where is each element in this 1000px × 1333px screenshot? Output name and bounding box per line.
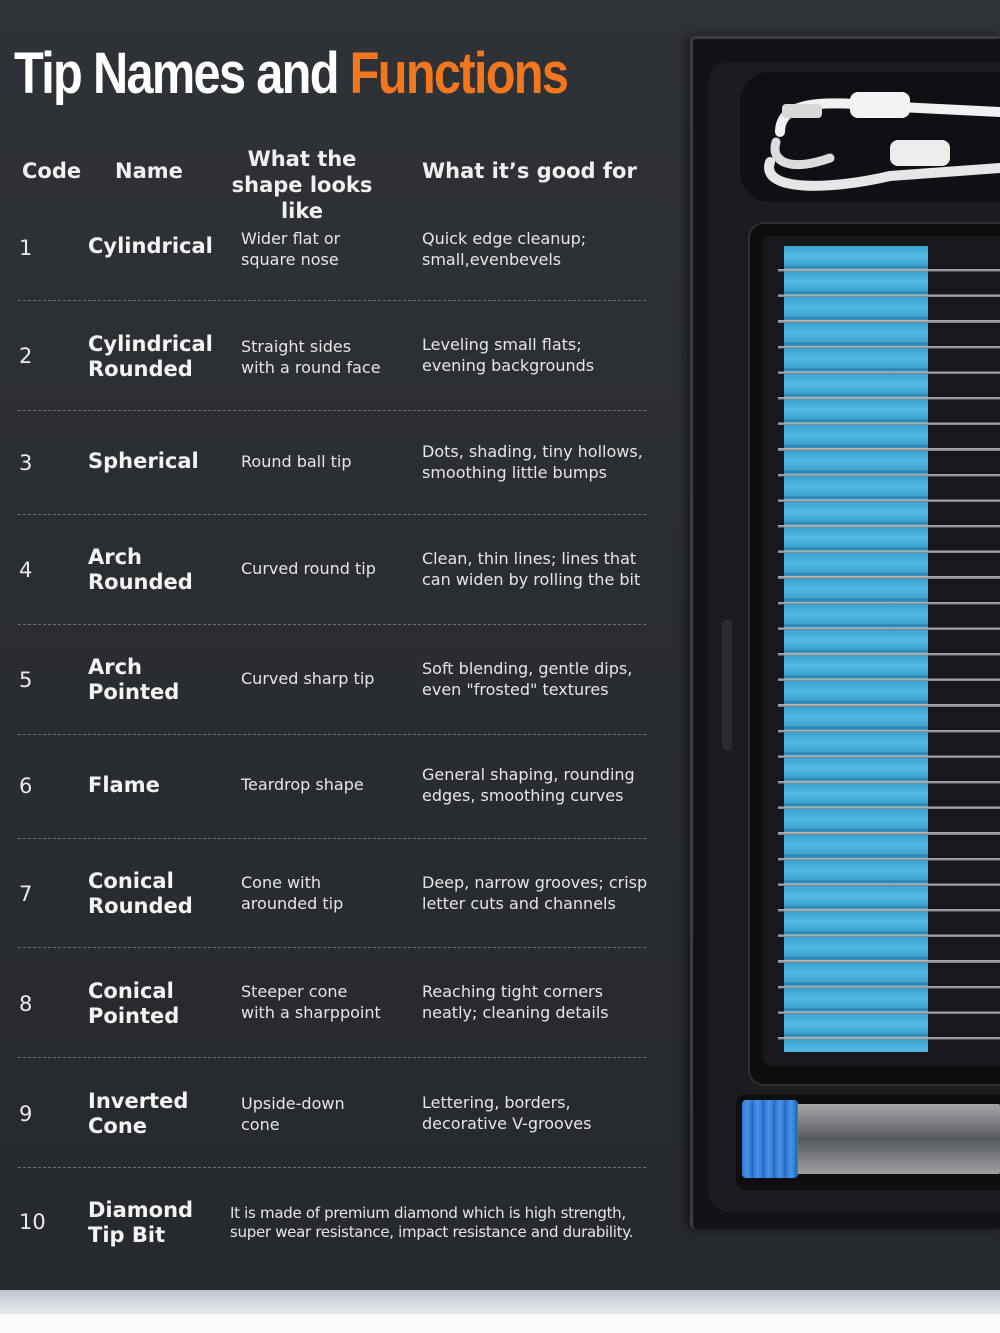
row-code: 10 [19, 1210, 46, 1234]
usb-cable-compartment [740, 72, 1000, 202]
page-title: Tip Names and Functions [14, 38, 569, 110]
row-divider [18, 624, 646, 625]
blue-foam-holder [784, 246, 928, 1052]
row-divider [18, 514, 646, 515]
row-divider [18, 734, 646, 735]
row-good-for: General shaping, rounding edges, smoothi… [422, 765, 635, 805]
title-white-part: Tip Names and [14, 41, 350, 106]
row-shape: Round ball tip [241, 452, 352, 471]
header-name: Name [115, 159, 183, 183]
row-good-for: Reaching tight corners neatly; cleaning … [422, 982, 609, 1022]
row-divider [18, 300, 646, 301]
row-good-for: Lettering, borders, decorative V-grooves [422, 1093, 592, 1133]
row-shape: Teardrop shape [241, 775, 364, 794]
row-shape: Straight sides with a round face [241, 337, 381, 377]
row-code: 9 [19, 1102, 33, 1126]
row-divider [18, 1167, 646, 1168]
row-code: 7 [19, 882, 33, 906]
blue-cap-icon [742, 1100, 798, 1178]
header-good-for: What it’s good for [422, 159, 637, 183]
row-shape: Steeper cone with a sharppoint [241, 982, 381, 1022]
row-good-for: Deep, narrow grooves; crisp letter cuts … [422, 873, 648, 913]
row-code: 1 [19, 236, 33, 260]
row-code: 3 [19, 451, 33, 475]
usb-cable-icon [764, 92, 1000, 191]
row-description: It is made of premium diamond which is h… [230, 1204, 634, 1241]
row-shape: Cone with arounded tip [241, 873, 344, 913]
row-code: 2 [19, 344, 33, 368]
row-name: Cylindrical Rounded [88, 332, 213, 381]
row-name: Spherical [88, 449, 199, 473]
row-good-for: Dots, shading, tiny hollows, smoothing l… [422, 442, 643, 482]
row-divider [18, 1057, 646, 1058]
row-shape: Curved round tip [241, 559, 376, 578]
row-name: Arch Pointed [88, 655, 180, 704]
case-hinge [722, 620, 732, 750]
bottom-strip [0, 1290, 1000, 1333]
row-divider [18, 947, 646, 948]
bit-tube-icon [796, 1104, 1000, 1174]
row-name: Flame [88, 773, 160, 797]
row-name: Conical Rounded [88, 869, 193, 918]
title-orange-part: Functions [349, 41, 569, 106]
row-divider [18, 838, 646, 839]
row-shape: Curved sharp tip [241, 669, 375, 688]
row-code: 5 [19, 668, 33, 692]
row-code: 4 [19, 558, 33, 582]
header-code: Code [22, 159, 82, 183]
row-name: Diamond Tip Bit [88, 1198, 194, 1247]
header-shape: What the shape looks like [231, 147, 373, 223]
row-code: 8 [19, 992, 33, 1016]
row-name: Inverted Cone [88, 1089, 189, 1138]
row-name: Conical Pointed [88, 979, 180, 1028]
row-name: Arch Rounded [88, 545, 193, 594]
row-good-for: Clean, thin lines; lines that can widen … [422, 549, 641, 589]
row-shape: Upside-down cone [241, 1094, 345, 1134]
row-good-for: Quick edge cleanup; small,evenbevels [422, 229, 587, 269]
row-good-for: Leveling small flats; evening background… [422, 335, 595, 375]
row-name: Cylindrical [88, 234, 213, 258]
row-good-for: Soft blending, gentle dips, even "froste… [422, 659, 633, 699]
row-code: 6 [19, 774, 33, 798]
row-shape: Wider flat or square nose [241, 229, 341, 269]
row-divider [18, 410, 646, 411]
